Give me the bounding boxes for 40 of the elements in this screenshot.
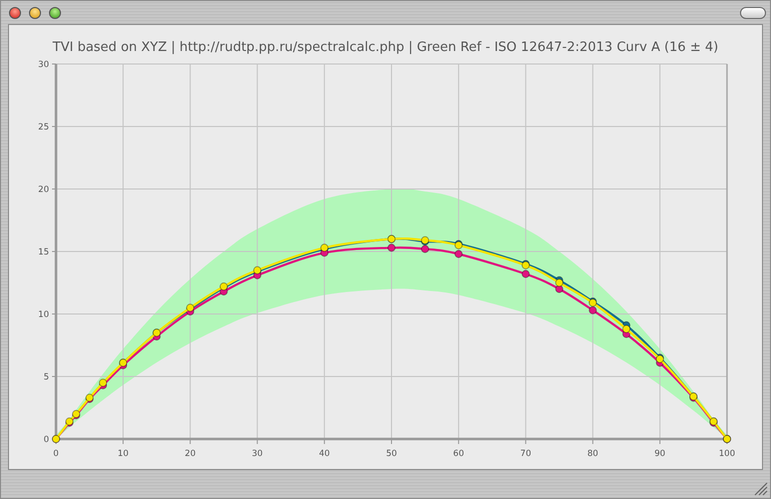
y-tick-label: 15 [38,248,49,258]
y-tick-label: 20 [38,185,49,195]
x-tick-label: 90 [654,449,666,459]
x-tick-label: 100 [718,449,736,459]
data-point [420,244,430,254]
data-point [387,244,396,252]
data-point [65,417,74,426]
x-tick-label: 30 [252,449,263,459]
x-tick-label: 0 [53,449,59,459]
x-tick-label: 50 [386,449,397,459]
x-tick-label: 80 [587,449,598,459]
y-tick-label: 30 [38,60,49,70]
data-point [656,354,664,364]
y-tick-label: 5 [44,372,49,382]
toolbar-toggle-button[interactable] [740,6,766,18]
data-point [420,236,430,244]
data-point [522,270,530,278]
data-point [220,282,228,291]
close-icon[interactable] [9,6,21,18]
data-point [253,266,262,274]
data-point [98,378,108,387]
x-tick-label: 20 [184,449,196,459]
chart-title: TVI based on XYZ | http://rudtp.pp.ru/spectralcalc.php | Green Ref - ISO 12647-2:2013 Curv A (16 ± 4) [52,39,718,57]
x-tick-label: 70 [520,449,532,459]
data-point [588,306,597,314]
data-point [186,304,194,312]
y-tick-label: 25 [38,122,49,132]
minimize-icon[interactable] [29,6,41,18]
data-point [454,250,463,258]
data-point [85,394,94,402]
data-point [555,278,564,287]
y-tick-label: 10 [38,310,49,320]
zoom-icon[interactable] [49,6,61,18]
x-tick-label: 40 [318,449,330,459]
data-point [320,244,328,252]
x-tick-label: 10 [118,449,129,459]
data-point [622,324,630,334]
y-tick-label: 0 [44,435,49,445]
x-tick-label: 60 [453,449,464,459]
resize-grip-icon[interactable] [754,482,768,496]
